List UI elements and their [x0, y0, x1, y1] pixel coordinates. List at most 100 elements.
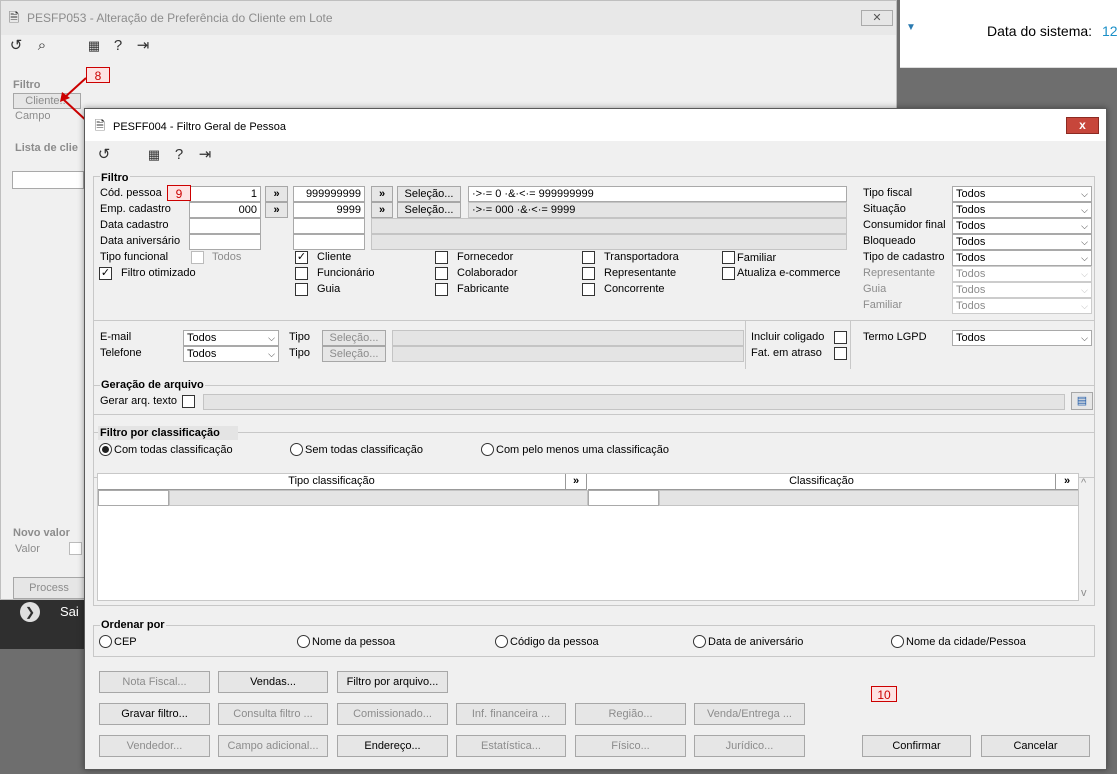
estatistica-button[interactable]: Estatística...: [456, 735, 566, 757]
fabricante-checkbox[interactable]: [435, 283, 448, 296]
data-aniversario-from-input[interactable]: [189, 234, 261, 250]
incluir-coligado-checkbox[interactable]: [834, 331, 847, 344]
consumidor-final-select[interactable]: Todos ⌵: [952, 218, 1092, 234]
classificacao-input[interactable]: [588, 490, 659, 506]
representante-select[interactable]: Todos ⌵: [952, 266, 1092, 282]
atualiza-ecommerce-checkbox[interactable]: [722, 267, 735, 280]
classificacao-arrow-button[interactable]: »: [1056, 474, 1078, 490]
endereco-button[interactable]: Endereço...: [337, 735, 448, 757]
cod-pessoa-from-input[interactable]: 1: [189, 186, 261, 202]
tipo-fiscal-select[interactable]: Todos ⌵: [952, 186, 1092, 202]
cliente-label: Cliente: [317, 251, 352, 263]
colaborador-label: Colaborador: [457, 267, 518, 279]
cod-pessoa-range: ·>·= 0 ·&·<·= 999999999: [468, 186, 847, 202]
campo-adicional-button[interactable]: Campo adicional...: [218, 735, 328, 757]
transportadora-checkbox[interactable]: [582, 251, 595, 264]
data-aniversario-to-input[interactable]: [293, 234, 365, 250]
emp-cadastro-to-input[interactable]: 9999: [293, 202, 365, 218]
dialog-close-button[interactable]: x: [1066, 117, 1099, 134]
guia-select[interactable]: Todos ⌵: [952, 282, 1092, 298]
fisico-button[interactable]: Físico...: [575, 735, 686, 757]
tipo-classificacao-arrow-button[interactable]: »: [566, 474, 587, 490]
filtro-arquivo-button[interactable]: Filtro por arquivo...: [337, 671, 448, 693]
radio-codigo-pessoa[interactable]: [495, 635, 508, 648]
radio-sem-todas[interactable]: [290, 443, 303, 456]
data-cadastro-from-input[interactable]: [189, 218, 261, 234]
gerar-arq-checkbox[interactable]: [182, 395, 195, 408]
emp-cadastro-to-arrow-button[interactable]: »: [371, 202, 393, 218]
email-selection-field: [392, 330, 744, 346]
tipo-funcional-checkbox[interactable]: [191, 251, 204, 264]
telefone-selection-field: [392, 346, 744, 362]
emp-cadastro-from-input[interactable]: 000: [189, 202, 261, 218]
radio-com-todas[interactable]: [99, 443, 112, 456]
todos-label: Todos: [212, 251, 242, 263]
cod-pessoa-arrow-button[interactable]: »: [265, 186, 288, 202]
scroll-down-icon[interactable]: v: [1081, 586, 1087, 600]
filtro-otimizado-label: Filtro otimizado: [121, 267, 196, 279]
tipo-classificacao-input[interactable]: [98, 490, 169, 506]
pelo-menos-label: Com pelo menos uma classificação: [496, 444, 670, 456]
divider: [745, 321, 746, 369]
radio-pelo-menos[interactable]: [481, 443, 494, 456]
classificacao-label: Filtro por classificação: [98, 426, 238, 440]
filtro-otimizado-checkbox[interactable]: ✓: [99, 267, 112, 280]
help-icon[interactable]: ?: [170, 146, 188, 164]
tipo-cadastro-select[interactable]: Todos ⌵: [952, 250, 1092, 266]
venda-entrega-button[interactable]: Venda/Entrega ...: [694, 703, 805, 725]
ordenar-label: Ordenar por: [100, 618, 166, 632]
cod-pessoa-selecao-button[interactable]: Seleção...: [397, 186, 461, 202]
situacao-select[interactable]: Todos ⌵: [952, 202, 1092, 218]
regiao-button[interactable]: Região...: [575, 703, 686, 725]
data-aniversario-order-label: Data de aniversário: [708, 636, 804, 648]
nota-fiscal-button[interactable]: Nota Fiscal...: [99, 671, 210, 693]
telefone-selecao-button[interactable]: Seleção...: [322, 346, 386, 362]
cliente-checkbox[interactable]: ✓: [295, 251, 308, 264]
telefone-select[interactable]: Todos ⌵: [183, 346, 279, 362]
funcionario-checkbox[interactable]: [295, 267, 308, 280]
guia-checkbox[interactable]: [295, 283, 308, 296]
representante-right-label: Representante: [863, 267, 936, 279]
emp-cadastro-arrow-button[interactable]: »: [265, 202, 288, 218]
concorrente-checkbox[interactable]: [582, 283, 595, 296]
cod-pessoa-label: Cód. pessoa: [100, 187, 162, 199]
inf-financeira-button[interactable]: Inf. financeira ...: [456, 703, 566, 725]
email-selecao-button[interactable]: Seleção...: [322, 330, 386, 346]
email-select[interactable]: Todos ⌵: [183, 330, 279, 346]
termo-lgpd-select[interactable]: Todos ⌵: [952, 330, 1092, 346]
fornecedor-checkbox[interactable]: [435, 251, 448, 264]
radio-nome-cidade[interactable]: [891, 635, 904, 648]
situacao-label: Situação: [863, 203, 906, 215]
radio-nome-pessoa[interactable]: [297, 635, 310, 648]
familiar-checkbox[interactable]: [722, 251, 735, 264]
fat-atraso-checkbox[interactable]: [834, 347, 847, 360]
emp-cadastro-selecao-button[interactable]: Seleção...: [397, 202, 461, 218]
juridico-button[interactable]: Jurídico...: [694, 735, 805, 757]
gravar-filtro-button[interactable]: Gravar filtro...: [99, 703, 210, 725]
data-cadastro-to-input[interactable]: [293, 218, 365, 234]
cancelar-button[interactable]: Cancelar: [981, 735, 1090, 757]
calendar-icon[interactable]: ▦: [145, 146, 163, 164]
consulta-filtro-button[interactable]: Consulta filtro ...: [218, 703, 328, 725]
radio-data-aniversario[interactable]: [693, 635, 706, 648]
colaborador-checkbox[interactable]: [435, 267, 448, 280]
radio-cep[interactable]: [99, 635, 112, 648]
logout-icon[interactable]: ⇥: [196, 146, 214, 164]
transportadora-label: Transportadora: [604, 251, 679, 263]
cod-pessoa-to-input[interactable]: 999999999: [293, 186, 365, 202]
telefone-tipo-label: Tipo: [289, 347, 310, 359]
comissionado-button[interactable]: Comissionado...: [337, 703, 448, 725]
vendas-button[interactable]: Vendas...: [218, 671, 328, 693]
classificacao-desc: [659, 490, 1079, 506]
bloqueado-select[interactable]: Todos ⌵: [952, 234, 1092, 250]
familiar-select[interactable]: Todos ⌵: [952, 298, 1092, 314]
cod-pessoa-to-arrow-button[interactable]: »: [371, 186, 393, 202]
guia-right-label: Guia: [863, 283, 887, 295]
fornecedor-label: Fornecedor: [457, 251, 514, 263]
file-browse-icon[interactable]: ▤: [1071, 392, 1093, 410]
undo-icon[interactable]: ↺: [95, 146, 113, 164]
vendedor-button[interactable]: Vendedor...: [99, 735, 210, 757]
scroll-up-icon[interactable]: ^: [1081, 476, 1086, 490]
confirmar-button[interactable]: Confirmar: [862, 735, 971, 757]
representante-checkbox[interactable]: [582, 267, 595, 280]
